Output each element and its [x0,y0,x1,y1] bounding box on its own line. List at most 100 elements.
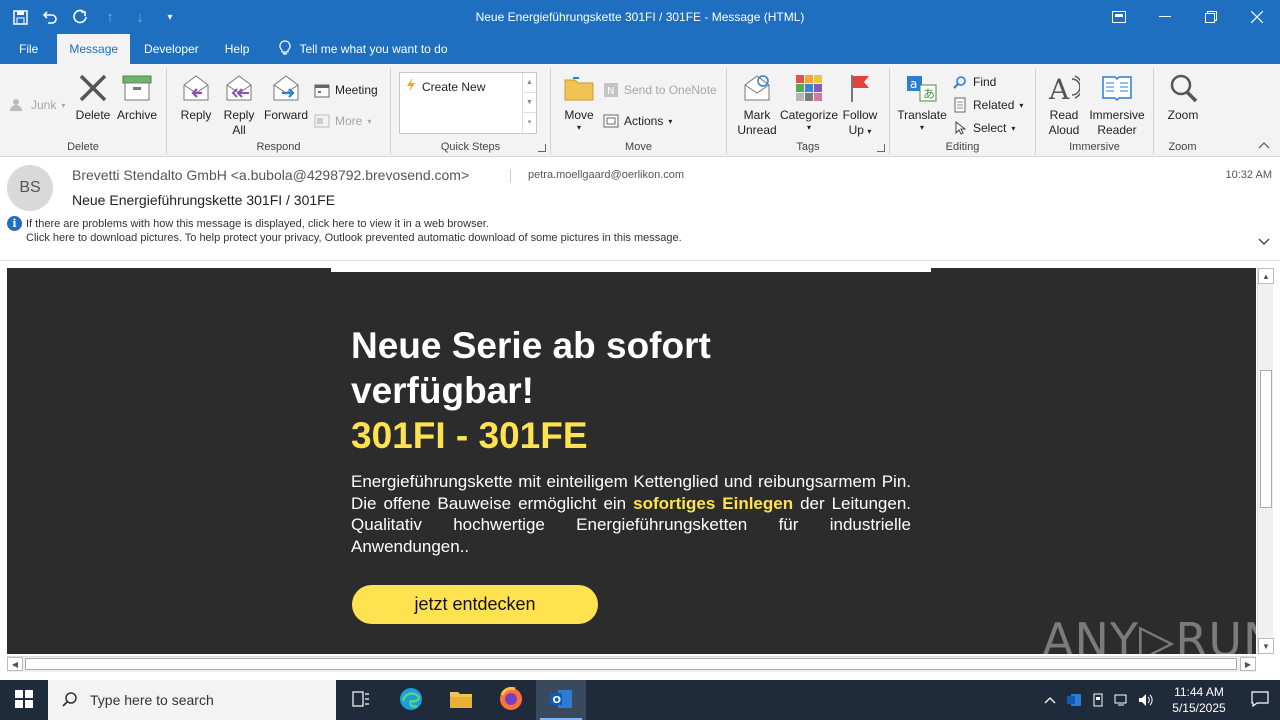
expand-gallery-icon[interactable]: ▾ [523,113,536,133]
categorize-icon [792,70,826,106]
translate-button[interactable]: aあ Translate ▾ [897,70,947,133]
tab-help[interactable]: Help [213,34,262,64]
tell-me-box[interactable]: Tell me what you want to do [261,34,448,64]
network-icon[interactable] [1110,680,1134,720]
tab-developer[interactable]: Developer [130,34,213,64]
notification-center-button[interactable] [1240,680,1280,720]
move-button[interactable]: Move ▾ [559,70,599,133]
taskbar-search-box[interactable]: Type here to search [48,680,336,720]
search-icon [62,691,78,710]
actions-button[interactable]: Actions ▾ [603,111,672,131]
system-tray: 11:44 AM 5/15/2025 [1038,680,1280,720]
delete-button[interactable]: Delete [74,70,112,123]
immersive-reader-icon [1100,70,1134,106]
collapse-ribbon-icon[interactable] [1258,140,1270,152]
mark-unread-button[interactable]: Mark Unread [735,70,779,138]
info-line-web-browser[interactable]: If there are problems with how this mess… [26,217,489,231]
reply-button[interactable]: Reply [177,70,215,123]
avatar[interactable]: BS [7,165,53,211]
headline-line-2: verfügbar! [351,370,534,411]
send-to-onenote-button[interactable]: N Send to OneNote [603,80,717,100]
svg-text:あ: あ [923,87,935,101]
scroll-up-icon[interactable]: ▲ [523,73,536,93]
undo-icon[interactable] [40,7,60,27]
discover-button[interactable]: jetzt entdecken [352,585,598,624]
chevron-down-icon[interactable] [1258,235,1270,249]
folder-icon [449,689,473,712]
show-hidden-icons-icon[interactable] [1038,680,1062,720]
volume-icon[interactable] [1134,680,1158,720]
move-group: Move ▾ N Send to OneNote Actions ▾ Move [551,68,727,155]
minimize-icon[interactable] [1142,0,1188,34]
reply-all-icon [222,70,256,106]
create-new-quick-step[interactable]: Create New [406,78,485,95]
quick-steps-scrollbar[interactable]: ▲ ▼ ▾ [522,73,536,133]
reply-all-button[interactable]: Reply All [219,70,259,138]
outlook-tray-icon[interactable] [1062,680,1086,720]
message-subject: Neue Energieführungskette 301FI / 301FE [72,192,336,208]
read-aloud-button[interactable]: A Read Aloud [1044,70,1084,138]
magnifier-icon [1166,70,1200,106]
meeting-button[interactable]: Meeting [314,80,378,100]
move-group-label: Move [625,141,652,153]
lightning-icon [406,78,416,95]
save-icon[interactable] [10,7,30,27]
email-lead-text: Energieführungskette mit einteiligem Ket… [351,472,912,556]
scroll-down-arrow-icon[interactable]: ▼ [1258,638,1274,654]
arrow-down-icon[interactable]: ↓ [130,7,150,27]
scroll-up-arrow-icon[interactable]: ▲ [1258,268,1274,284]
select-button[interactable]: Select ▾ [952,118,1015,138]
sender-address[interactable]: Brevetti Stendalto GmbH <a.bubola@429879… [72,167,469,183]
horizontal-scroll-thumb[interactable] [25,658,1237,670]
window-title: Neue Energieführungskette 301FI / 301FE … [475,10,805,24]
usb-device-icon[interactable] [1086,680,1110,720]
start-button[interactable] [0,680,48,720]
tags-launcher-icon[interactable] [877,144,885,152]
headline-product: 301FI - 301FE [351,415,588,456]
edge-taskbar-button[interactable] [386,680,436,720]
outlook-taskbar-button[interactable]: O [536,680,586,720]
vertical-scrollbar[interactable]: ▲ ▼ [1257,268,1274,654]
zoom-button[interactable]: Zoom [1162,70,1204,123]
file-explorer-taskbar-button[interactable] [436,680,486,720]
more-respond-button[interactable]: More ▾ [314,111,371,131]
horizontal-scrollbar[interactable]: ◀ ▶ [7,656,1256,672]
archive-icon [120,70,154,106]
taskbar: Type here to search O 11:44 AM 5/15/2025 [0,680,1280,720]
task-view-icon [352,690,370,710]
immersive-reader-button[interactable]: Immersive Reader [1086,70,1148,138]
redo-icon[interactable] [70,7,90,27]
customize-toolbar-icon[interactable]: ▾ [160,7,180,27]
vertical-scroll-thumb[interactable] [1260,370,1272,508]
restore-icon[interactable] [1188,0,1234,34]
archive-button[interactable]: Archive [114,70,160,123]
recipient-address[interactable]: petra.moellgaard@oerlikon.com [528,169,684,181]
taskbar-clock[interactable]: 11:44 AM 5/15/2025 [1158,684,1240,716]
message-body: Neue Serie ab sofort verfügbar! 301FI - … [0,262,1280,680]
scroll-right-arrow-icon[interactable]: ▶ [1240,657,1256,671]
window-controls [1096,0,1280,34]
ribbon-display-options-icon[interactable] [1096,0,1142,34]
junk-button[interactable]: Junk ▾ [10,95,65,115]
quick-steps-gallery[interactable]: Create New ▲ ▼ ▾ [399,72,537,134]
follow-up-button[interactable]: Follow Up ▾ [839,70,881,139]
more-icon [314,113,330,129]
quick-steps-launcher-icon[interactable] [538,144,546,152]
respond-group: Reply Reply All Forward Meeting More ▾ R… [167,68,391,155]
firefox-taskbar-button[interactable] [486,680,536,720]
tags-group-label: Tags [796,141,820,153]
scroll-left-arrow-icon[interactable]: ◀ [7,657,23,671]
task-view-button[interactable] [336,680,386,720]
tab-file[interactable]: File [0,34,57,64]
forward-button[interactable]: Forward [263,70,309,123]
close-icon[interactable] [1234,0,1280,34]
related-button[interactable]: Related ▾ [952,95,1023,115]
scroll-down-icon[interactable]: ▼ [523,93,536,113]
email-top-bar [331,268,931,272]
tab-message[interactable]: Message [57,34,131,64]
find-button[interactable]: Find [952,72,996,92]
quick-steps-group-label: Quick Steps [440,141,501,153]
categorize-button[interactable]: Categorize ▾ [780,70,838,133]
info-line-download-pictures[interactable]: Click here to download pictures. To help… [26,231,682,245]
arrow-up-icon[interactable]: ↑ [100,7,120,27]
